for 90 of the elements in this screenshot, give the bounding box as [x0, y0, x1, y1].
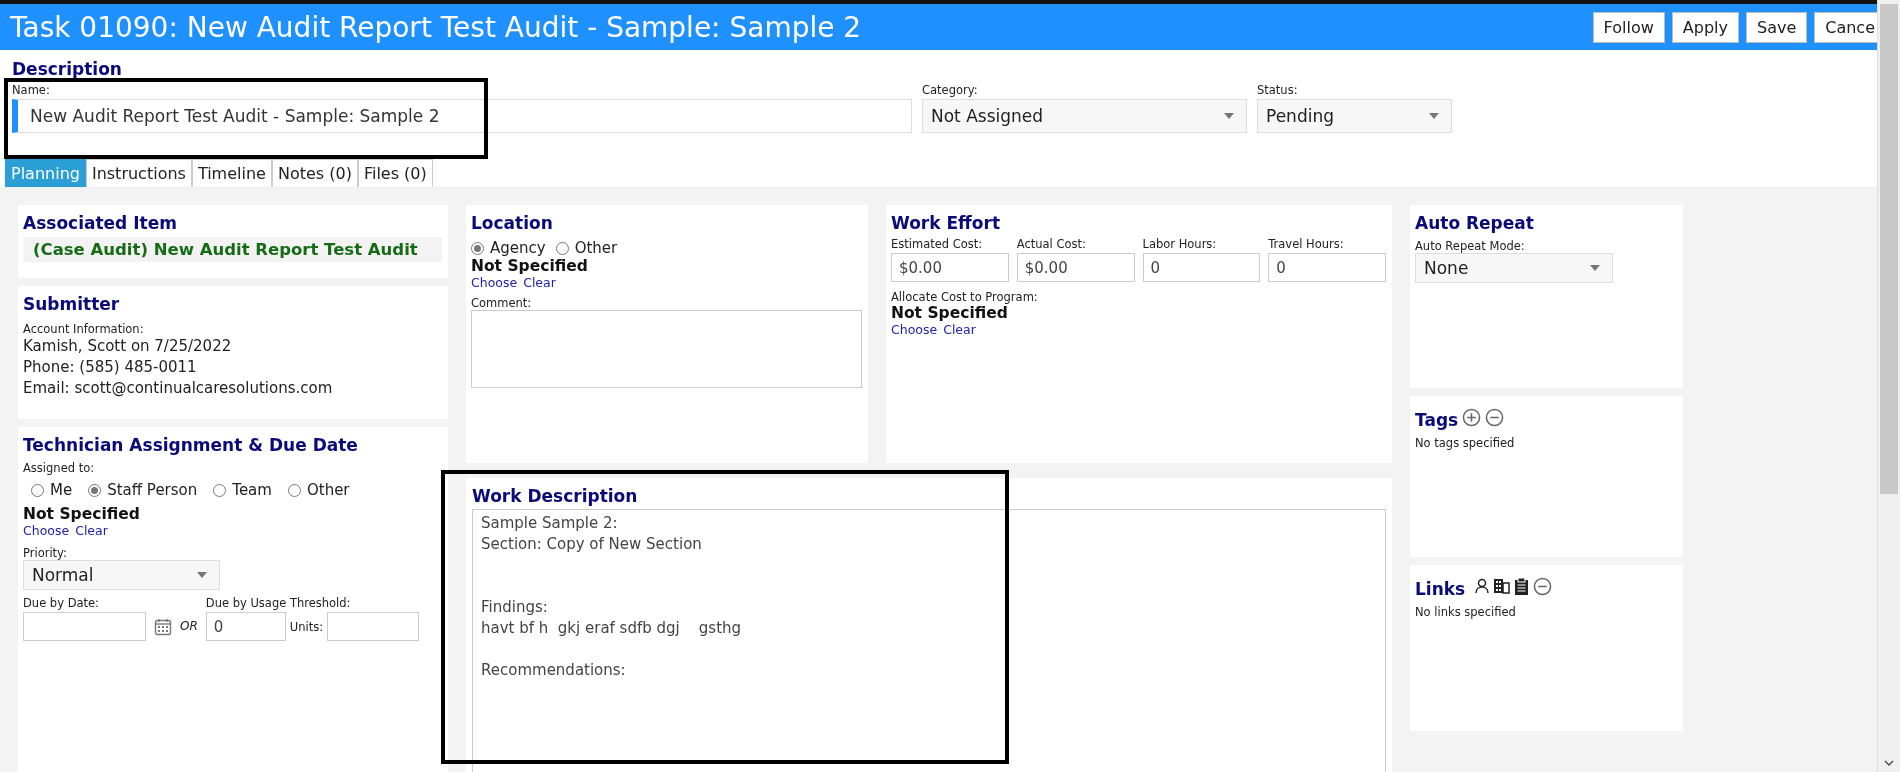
section-heading: Work Effort — [891, 213, 1001, 233]
section-heading: Tags — [1415, 410, 1459, 430]
field-label: Auto Repeat Mode: — [1415, 239, 1526, 253]
tab[interactable]: Instructions — [85, 159, 192, 187]
radio-button[interactable] — [471, 241, 484, 255]
radio-label: Staff Person — [107, 481, 198, 499]
header-button[interactable]: Follow — [1592, 11, 1665, 43]
calendar-icon[interactable] — [154, 618, 172, 636]
number-field[interactable]: 0 — [1142, 253, 1261, 282]
field-label: Priority: — [23, 546, 68, 560]
section-heading: Description — [12, 59, 123, 79]
field-label: Units: — [289, 619, 324, 634]
field-label: Status: — [1257, 83, 1299, 97]
header-button[interactable]: Cance — [1814, 11, 1877, 43]
scroll-down-icon[interactable] — [1884, 760, 1894, 766]
radio-button[interactable] — [88, 483, 102, 497]
usage-threshold-field[interactable]: 0 — [205, 612, 286, 641]
work-description-field[interactable]: Sample Sample 2: Section: Copy of New Section Findings: havt bf h gkj eraf sdfb dgj gsthg Recommendations: — [472, 509, 1386, 772]
location-value: Not Specified — [471, 257, 589, 275]
caret-icon — [1224, 113, 1234, 119]
section-heading: Links — [1415, 579, 1466, 599]
assignee-value: Not Specified — [23, 505, 141, 523]
link[interactable]: Clear — [75, 523, 108, 538]
field-label: Travel Hours: — [1268, 237, 1345, 251]
field-label: Due by Usage Threshold: — [205, 596, 352, 610]
scrollbar[interactable] — [1877, 0, 1900, 772]
caret-icon — [197, 572, 207, 578]
number-field[interactable]: 0 — [1268, 253, 1386, 282]
link[interactable]: Choose — [471, 275, 518, 290]
link[interactable]: Choose — [23, 523, 70, 538]
radio-button[interactable] — [31, 483, 44, 497]
submitter-info: Kamish, Scott on 7/25/2022 — [23, 336, 233, 357]
number-field[interactable]: $0.00 — [1016, 253, 1135, 282]
field-label: Account Information: — [23, 322, 145, 336]
empty-message: No links specified — [1415, 605, 1517, 619]
section-heading: Associated Item — [23, 213, 178, 233]
section-heading: Technician Assignment & Due Date — [23, 435, 359, 455]
header-button[interactable]: Save — [1745, 11, 1808, 43]
field-label: Comment: — [471, 296, 533, 310]
category-dropdown[interactable]: Not Assigned — [922, 99, 1247, 133]
field-label: Actual Cost: — [1016, 237, 1087, 251]
radio-button[interactable] — [213, 483, 227, 497]
tab[interactable]: Notes (0) — [271, 159, 358, 187]
field-label: Due by Date: — [23, 596, 100, 610]
radio-button[interactable] — [555, 241, 569, 255]
section-heading: Location — [471, 213, 554, 233]
tab[interactable]: Timeline — [191, 159, 272, 187]
radio-label: Agency — [490, 239, 546, 257]
link[interactable]: Clear — [523, 275, 556, 290]
field-label: Name: — [12, 83, 51, 97]
field-label: Assigned to: — [23, 461, 96, 475]
empty-message: No tags specified — [1415, 436, 1516, 450]
radio-label: Team — [232, 481, 272, 499]
caret-icon — [1590, 265, 1600, 271]
clipboard-icon[interactable] — [1514, 576, 1530, 596]
priority-dropdown[interactable]: Normal — [23, 560, 220, 590]
field-label: Labor Hours: — [1142, 237, 1218, 251]
link[interactable]: Clear — [943, 322, 976, 337]
radio-label: Other — [574, 239, 618, 257]
radio-button[interactable] — [287, 483, 301, 497]
units-field[interactable] — [327, 612, 420, 641]
submitter-info: Email: scott@continualcaresolutions.com — [23, 378, 334, 399]
building-icon[interactable] — [1493, 578, 1511, 594]
minus-circle-icon[interactable] — [1533, 576, 1553, 596]
section-heading: Submitter — [23, 294, 121, 314]
tab[interactable]: Files (0) — [357, 159, 433, 187]
auto-repeat-dropdown[interactable]: None — [1415, 253, 1613, 283]
associated-item-link[interactable]: (Case Audit) New Audit Report Test Audit — [23, 237, 442, 262]
or-label: OR — [180, 619, 198, 633]
caret-icon — [1429, 113, 1439, 119]
status-dropdown[interactable]: Pending — [1257, 99, 1452, 133]
radio-label: Other — [306, 481, 350, 499]
link[interactable]: Choose — [891, 322, 938, 337]
window-title: Task 01090: New Audit Report Test Audit - Sample: Sample 2 — [10, 10, 863, 44]
field-label: Estimated Cost: — [891, 237, 984, 251]
number-field[interactable]: $0.00 — [891, 253, 1009, 282]
section-heading: Auto Repeat — [1415, 213, 1535, 233]
section-heading: Work Description — [472, 486, 639, 506]
submitter-info: Phone: (585) 485-0011 — [23, 357, 198, 378]
comment-field[interactable] — [471, 310, 862, 388]
date-field[interactable] — [23, 612, 146, 641]
name-field[interactable]: New Audit Report Test Audit - Sample: Sample 2 — [12, 99, 912, 133]
field-label: Category: — [922, 83, 979, 97]
field-label: Allocate Cost to Program: — [891, 290, 1039, 304]
radio-label: Me — [50, 481, 73, 499]
person-icon[interactable] — [1475, 578, 1490, 594]
header-button[interactable]: Apply — [1671, 11, 1739, 43]
minus-circle-icon[interactable] — [1485, 407, 1505, 427]
plus-circle-icon[interactable] — [1462, 407, 1482, 427]
program-value: Not Specified — [891, 304, 1009, 322]
